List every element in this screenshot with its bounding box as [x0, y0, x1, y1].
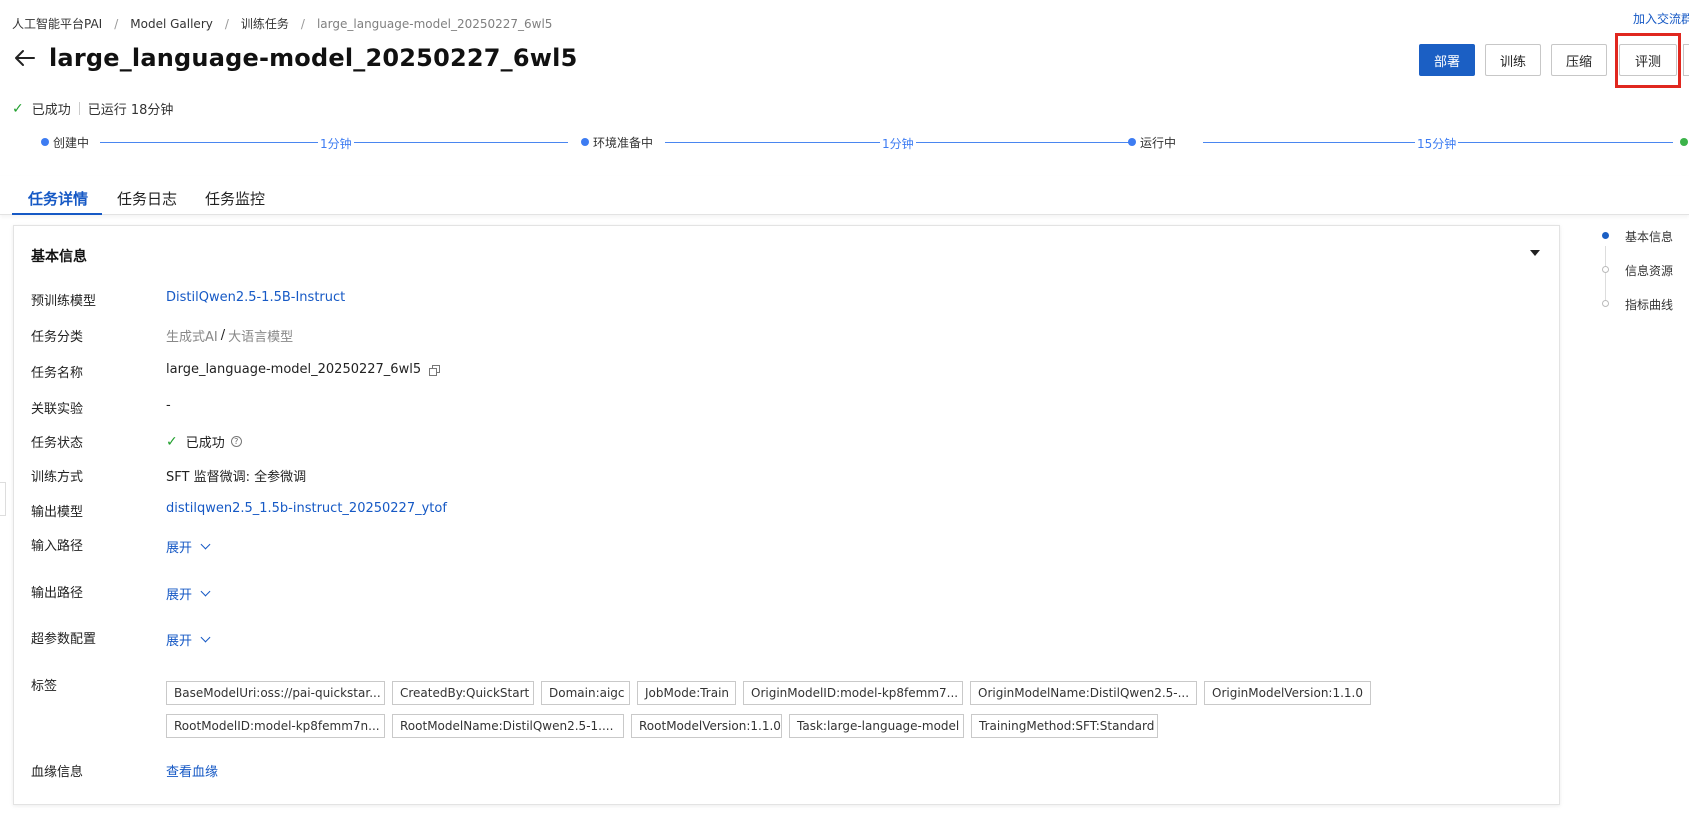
timeline-step-env-prep: 环境准备中 [593, 136, 654, 150]
training-method-value: SFT 监督微调: 全参微调 [166, 470, 307, 485]
chevron-down-icon [200, 586, 211, 597]
breadcrumb-separator: / [300, 17, 305, 31]
tab-job-monitor[interactable]: 任务监控 [205, 188, 265, 209]
status-divider [78, 102, 80, 115]
expand-text: 展开 [166, 541, 193, 556]
tag-chip: OriginModelName:DistilQwen2.5-... [970, 681, 1197, 705]
runtime-text: 已运行 18分钟 [87, 103, 174, 118]
breadcrumb-item-current: large_language-model_20250227_6wl5 [316, 17, 553, 31]
job-name-value: large_language-model_20250227_6wl5 [166, 362, 441, 377]
more-button[interactable] [1683, 44, 1689, 76]
active-tab-indicator [12, 213, 102, 215]
tag-chip: RootModelName:DistilQwen2.5-1.... [392, 714, 624, 738]
job-status-text: 已成功 [185, 436, 225, 451]
breadcrumb-separator: / [224, 17, 229, 31]
train-button[interactable]: 训练 [1485, 44, 1541, 76]
view-lineage-link[interactable]: 查看血缘 [166, 761, 218, 780]
tag-chip: Domain:aigc [541, 681, 630, 705]
category-separator: / [220, 328, 226, 343]
breadcrumb-item-training-jobs[interactable]: 训练任务 [241, 17, 289, 31]
label-input-path: 输入路径 [31, 539, 84, 554]
join-group-link[interactable]: 加入交流群 [1633, 10, 1689, 27]
tag-chip: TrainingMethod:SFT:Standard [971, 714, 1158, 738]
timeline-dot [1128, 138, 1136, 146]
toc-track [1605, 246, 1606, 304]
job-status-value: ✓ 已成功 ? [166, 432, 242, 451]
output-model-link[interactable]: distilqwen2.5_1.5b-instruct_20250227_yto… [166, 501, 447, 516]
label-training-method: 训练方式 [31, 470, 84, 485]
output-path-expand[interactable]: 展开 [166, 584, 211, 603]
success-check-icon: ✓ [166, 433, 178, 450]
timeline-duration: 1分钟 [880, 135, 916, 152]
timeline-step-creating: 创建中 [53, 136, 90, 150]
tag-chip: Task:large-language-model [789, 714, 964, 738]
tag-chip: BaseModelUri:oss://pai-quickstar... [166, 681, 385, 705]
label-hyperparams: 超参数配置 [31, 632, 97, 647]
section-title: 基本信息 [31, 249, 87, 265]
compress-button[interactable]: 压缩 [1551, 44, 1607, 76]
toc-item-metrics[interactable]: 指标曲线 [1625, 296, 1673, 313]
expand-text: 展开 [166, 588, 193, 603]
input-path-expand[interactable]: 展开 [166, 537, 211, 556]
experiment-value: - [166, 398, 171, 413]
label-job-name: 任务名称 [31, 366, 84, 381]
toc-dot-active [1602, 232, 1609, 239]
tag-chip: RootModelID:model-kp8femm7n... [166, 714, 385, 738]
label-output-model: 输出模型 [31, 505, 84, 520]
success-check-icon: ✓ [12, 100, 24, 117]
label-lineage: 血缘信息 [31, 765, 84, 780]
toc-item-resources[interactable]: 信息资源 [1625, 262, 1673, 279]
tag-chip: CreatedBy:QuickStart [392, 681, 534, 705]
category-value: 生成式AI / 大语言模型 [166, 326, 293, 345]
copy-icon[interactable] [429, 364, 441, 376]
pretrained-model-link[interactable]: DistilQwen2.5-1.5B-Instruct [166, 290, 345, 305]
tab-job-details[interactable]: 任务详情 [28, 188, 88, 209]
timeline-duration: 1分钟 [318, 135, 354, 152]
back-arrow-icon[interactable] [13, 46, 37, 70]
evaluate-highlight-box [1615, 33, 1681, 88]
side-panel-handle[interactable] [0, 482, 6, 516]
job-status-line: ✓ 已成功 已运行 18分钟 [12, 99, 174, 119]
label-experiment: 关联实验 [31, 402, 84, 417]
breadcrumb: 人工智能平台PAI / Model Gallery / 训练任务 / large_langu… [12, 15, 552, 32]
collapse-caret-icon[interactable] [1530, 250, 1540, 256]
toc-dot [1602, 266, 1609, 273]
status-text: 已成功 [31, 103, 71, 118]
job-name-text: large_language-model_20250227_6wl5 [166, 362, 422, 377]
breadcrumb-item-pai[interactable]: 人工智能平台PAI [12, 17, 102, 31]
tag-chip: OriginModelVersion:1.1.0 [1204, 681, 1371, 705]
chevron-down-icon [200, 539, 211, 550]
deploy-button[interactable]: 部署 [1419, 44, 1475, 76]
tag-chip: RootModelVersion:1.1.0 [631, 714, 782, 738]
breadcrumb-separator: / [114, 17, 119, 31]
tag-chip: OriginModelID:model-kp8femm7... [743, 681, 963, 705]
breadcrumb-item-model-gallery[interactable]: Model Gallery [130, 17, 213, 31]
tag-chip: JobMode:Train [637, 681, 736, 705]
toc-item-basic-info[interactable]: 基本信息 [1625, 228, 1673, 245]
chevron-down-icon [200, 632, 211, 643]
expand-text: 展开 [166, 634, 193, 649]
timeline-dot-success [1680, 138, 1688, 146]
label-tags: 标签 [31, 679, 58, 694]
timeline-dot [581, 138, 589, 146]
hyperparams-expand[interactable]: 展开 [166, 630, 211, 649]
toc-dot [1602, 300, 1609, 307]
timeline-step-running: 运行中 [1140, 136, 1177, 150]
timeline-dot [41, 138, 49, 146]
label-output-path: 输出路径 [31, 586, 84, 601]
tab-job-logs[interactable]: 任务日志 [117, 188, 177, 209]
help-icon[interactable]: ? [230, 436, 242, 447]
page-title: large_language-model_20250227_6wl5 [49, 44, 578, 72]
label-job-status: 任务状态 [31, 436, 84, 451]
category-main: 生成式AI [166, 330, 218, 345]
basic-info-card: 基本信息 预训练模型 DistilQwen2.5-1.5B-Instruct 任… [13, 225, 1560, 805]
label-category: 任务分类 [31, 330, 84, 345]
timeline-duration: 15分钟 [1415, 135, 1459, 152]
category-sub: 大语言模型 [228, 330, 294, 345]
label-pretrained-model: 预训练模型 [31, 294, 97, 309]
